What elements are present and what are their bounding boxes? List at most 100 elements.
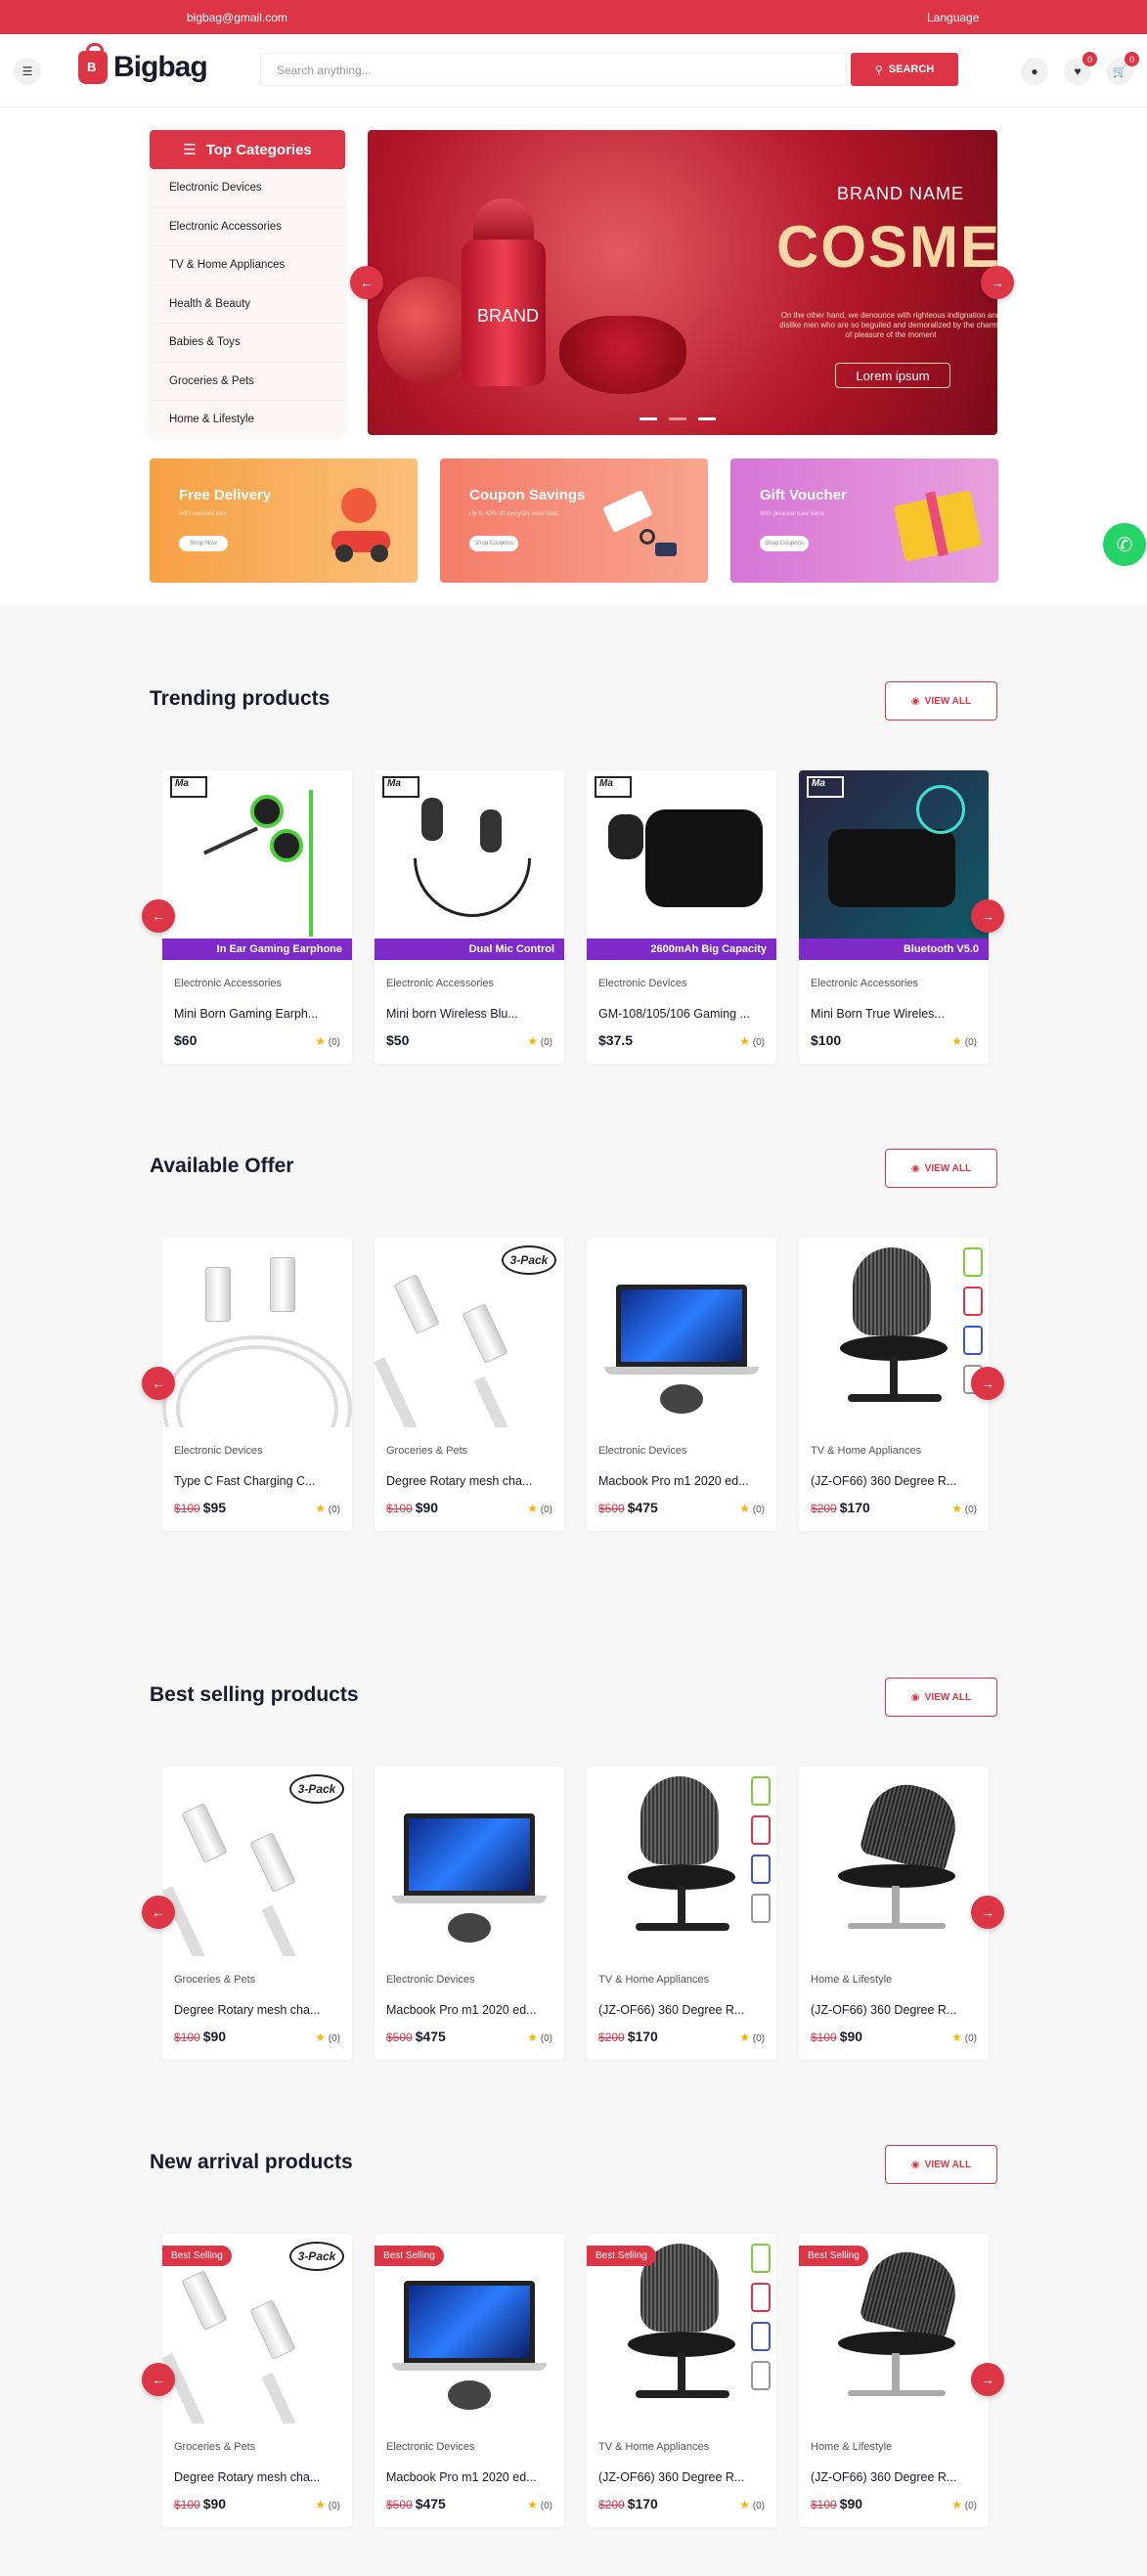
product-category: Electronic Devices (598, 1445, 687, 1457)
carousel-next-arrow-icon[interactable]: → (971, 1896, 1004, 1929)
warranty-badge-icon (448, 2380, 491, 2410)
product-name[interactable]: Mini Born Gaming Earph... (174, 1007, 345, 1021)
category-item[interactable]: Home & Lifestyle (150, 401, 345, 435)
price-value: $475 (415, 2029, 446, 2044)
price-value: $475 (415, 2496, 446, 2511)
product-name[interactable]: Macbook Pro m1 2020 ed... (386, 2470, 557, 2484)
banner-description: On the other hand, we denounce with righ… (779, 311, 997, 339)
three-pack-badge: 3-Pack (289, 2242, 344, 2271)
carousel-prev-arrow-icon[interactable]: ← (142, 1367, 175, 1400)
category-item[interactable]: TV & Home Appliances (150, 246, 345, 285)
product-name[interactable]: Degree Rotary mesh cha... (174, 2003, 345, 2017)
carousel-prev-arrow-icon[interactable]: ← (142, 2363, 175, 2396)
promo-subtitle: With personal care items (760, 511, 825, 517)
contact-email[interactable]: bigbag@gmail.com (187, 11, 287, 24)
categories-header[interactable]: ☰ Top Categories (150, 130, 345, 169)
promo-free-delivery[interactable]: Free Delivery With selected item Shop No… (150, 458, 418, 583)
product-card[interactable]: Ma Bluetooth V5.0 Electronic Accessories… (799, 770, 989, 1064)
cart-icon[interactable]: 🛒 0 (1106, 52, 1139, 85)
product-card[interactable]: Best Selling Home & Lifestyle (JZ-OF66) … (799, 2234, 989, 2527)
old-price: $200 (598, 2030, 625, 2044)
promo-coupon-savings[interactable]: Coupon Savings Up to 40% off everyday es… (440, 458, 708, 583)
product-name[interactable]: Mini Born True Wireles... (811, 1007, 982, 1021)
view-all-button[interactable]: ◉ VIEW ALL (885, 2145, 997, 2184)
whatsapp-icon[interactable]: ✆ (1103, 523, 1146, 566)
view-all-button[interactable]: ◉ VIEW ALL (885, 1149, 997, 1188)
product-card[interactable]: TV & Home Appliances (JZ-OF66) 360 Degre… (799, 1238, 989, 1531)
search-button[interactable]: ⚲ SEARCH (851, 53, 958, 86)
product-name[interactable]: (JZ-OF66) 360 Degree R... (811, 2003, 982, 2017)
carousel-next-arrow-icon[interactable]: → (971, 1367, 1004, 1400)
product-name[interactable]: Type C Fast Charging C... (174, 1474, 345, 1488)
view-all-button[interactable]: ◉ VIEW ALL (885, 1678, 997, 1717)
product-name[interactable]: GM-108/105/106 Gaming ... (598, 1007, 770, 1021)
category-item[interactable]: Electronic Devices (150, 169, 345, 208)
wishlist-icon[interactable]: ♥ 0 (1064, 52, 1097, 85)
star-icon: ★ (951, 1502, 962, 1515)
banner-button[interactable]: Lorem ipsum (835, 363, 950, 388)
old-price: $100 (174, 2030, 200, 2044)
product-card[interactable]: Best Selling TV & Home Appliances (JZ-OF… (587, 2234, 776, 2527)
category-item[interactable]: Electronic Accessories (150, 207, 345, 246)
product-price: $200 $170 (598, 2496, 658, 2511)
carousel-dot[interactable] (669, 417, 686, 420)
view-all-button[interactable]: ◉ VIEW ALL (885, 681, 997, 720)
menu-icon[interactable]: ☰ (14, 58, 41, 85)
product-rating: ★ (0) (315, 2030, 340, 2044)
product-card[interactable]: Ma In Ear Gaming Earphone Electronic Acc… (162, 770, 352, 1064)
product-card[interactable]: Ma 2600mAh Big Capacity Electronic Devic… (587, 770, 776, 1064)
product-card[interactable]: Ma Dual Mic Control Electronic Accessori… (375, 770, 564, 1064)
banner-next-arrow-icon[interactable]: → (981, 266, 1014, 299)
product-card[interactable]: Electronic Devices Macbook Pro m1 2020 e… (375, 1767, 564, 2060)
logo[interactable]: Bigbag (78, 43, 208, 84)
product-name[interactable]: Macbook Pro m1 2020 ed... (386, 2003, 557, 2017)
bag-logo-icon (78, 43, 108, 84)
product-name[interactable]: Degree Rotary mesh cha... (174, 2470, 345, 2484)
promo-button[interactable]: Shop Coupons (760, 536, 809, 551)
promo-gift-voucher[interactable]: Gift Voucher With personal care items Sh… (730, 458, 998, 583)
product-card[interactable]: TV & Home Appliances (JZ-OF66) 360 Degre… (587, 1767, 776, 2060)
best-selling-tag: Best Selling (587, 2246, 656, 2266)
product-name[interactable]: (JZ-OF66) 360 Degree R... (598, 2470, 770, 2484)
user-icon[interactable]: ● (1021, 58, 1048, 85)
banner-prev-arrow-icon[interactable]: ← (350, 266, 383, 299)
product-rating: ★ (0) (315, 1502, 340, 1515)
price-value: $90 (202, 2029, 227, 2044)
view-all-label: VIEW ALL (924, 1162, 972, 1174)
product-name[interactable]: Macbook Pro m1 2020 ed... (598, 1474, 770, 1488)
carousel-dot[interactable] (698, 417, 716, 420)
warranty-badge-icon (660, 1384, 703, 1414)
category-item[interactable]: Babies & Toys (150, 324, 345, 363)
star-icon: ★ (951, 1034, 962, 1048)
category-item[interactable]: Health & Beauty (150, 284, 345, 324)
product-name[interactable]: (JZ-OF66) 360 Degree R... (811, 2470, 982, 2484)
product-card[interactable]: Best Selling Electronic Devices Macbook … (375, 2234, 564, 2527)
product-name[interactable]: Mini born Wireless Blu... (386, 1007, 557, 1021)
carousel-dot[interactable] (640, 417, 657, 420)
product-card[interactable]: Best Selling 3-Pack Groceries & Pets Deg… (162, 2234, 352, 2527)
promo-title: Free Delivery (179, 487, 272, 503)
product-name[interactable]: (JZ-OF66) 360 Degree R... (811, 1474, 982, 1488)
hero-banner[interactable]: BRAND BRAND NAME COSMETIC On the other h… (368, 130, 997, 435)
product-name[interactable]: Degree Rotary mesh cha... (386, 1474, 557, 1488)
product-card[interactable]: 3-Pack Groceries & Pets Degree Rotary me… (375, 1238, 564, 1531)
product-card[interactable]: Home & Lifestyle (JZ-OF66) 360 Degree R.… (799, 1767, 989, 2060)
hamburger-icon: ☰ (183, 142, 197, 158)
carousel-next-arrow-icon[interactable]: → (971, 899, 1004, 933)
product-name[interactable]: (JZ-OF66) 360 Degree R... (598, 2003, 770, 2017)
product-card[interactable]: Electronic Devices Type C Fast Charging … (162, 1238, 352, 1531)
rating-count: (0) (328, 2501, 340, 2511)
promo-button[interactable]: Shop Now (179, 536, 228, 551)
category-item[interactable]: Groceries & Pets (150, 362, 345, 401)
language-selector[interactable]: Language (927, 11, 979, 24)
carousel-prev-arrow-icon[interactable]: ← (142, 899, 175, 933)
product-card[interactable]: 3-Pack Groceries & Pets Degree Rotary me… (162, 1767, 352, 2060)
price-value: $90 (202, 2496, 227, 2511)
star-icon: ★ (951, 2030, 962, 2044)
product-card[interactable]: Electronic Devices Macbook Pro m1 2020 e… (587, 1238, 776, 1531)
promo-button[interactable]: Shop Coupons (469, 536, 518, 551)
carousel-next-arrow-icon[interactable]: → (971, 2363, 1004, 2396)
carousel-prev-arrow-icon[interactable]: ← (142, 1896, 175, 1929)
search-input[interactable]: Search anything... (260, 53, 847, 86)
price-value: $170 (627, 2029, 658, 2044)
